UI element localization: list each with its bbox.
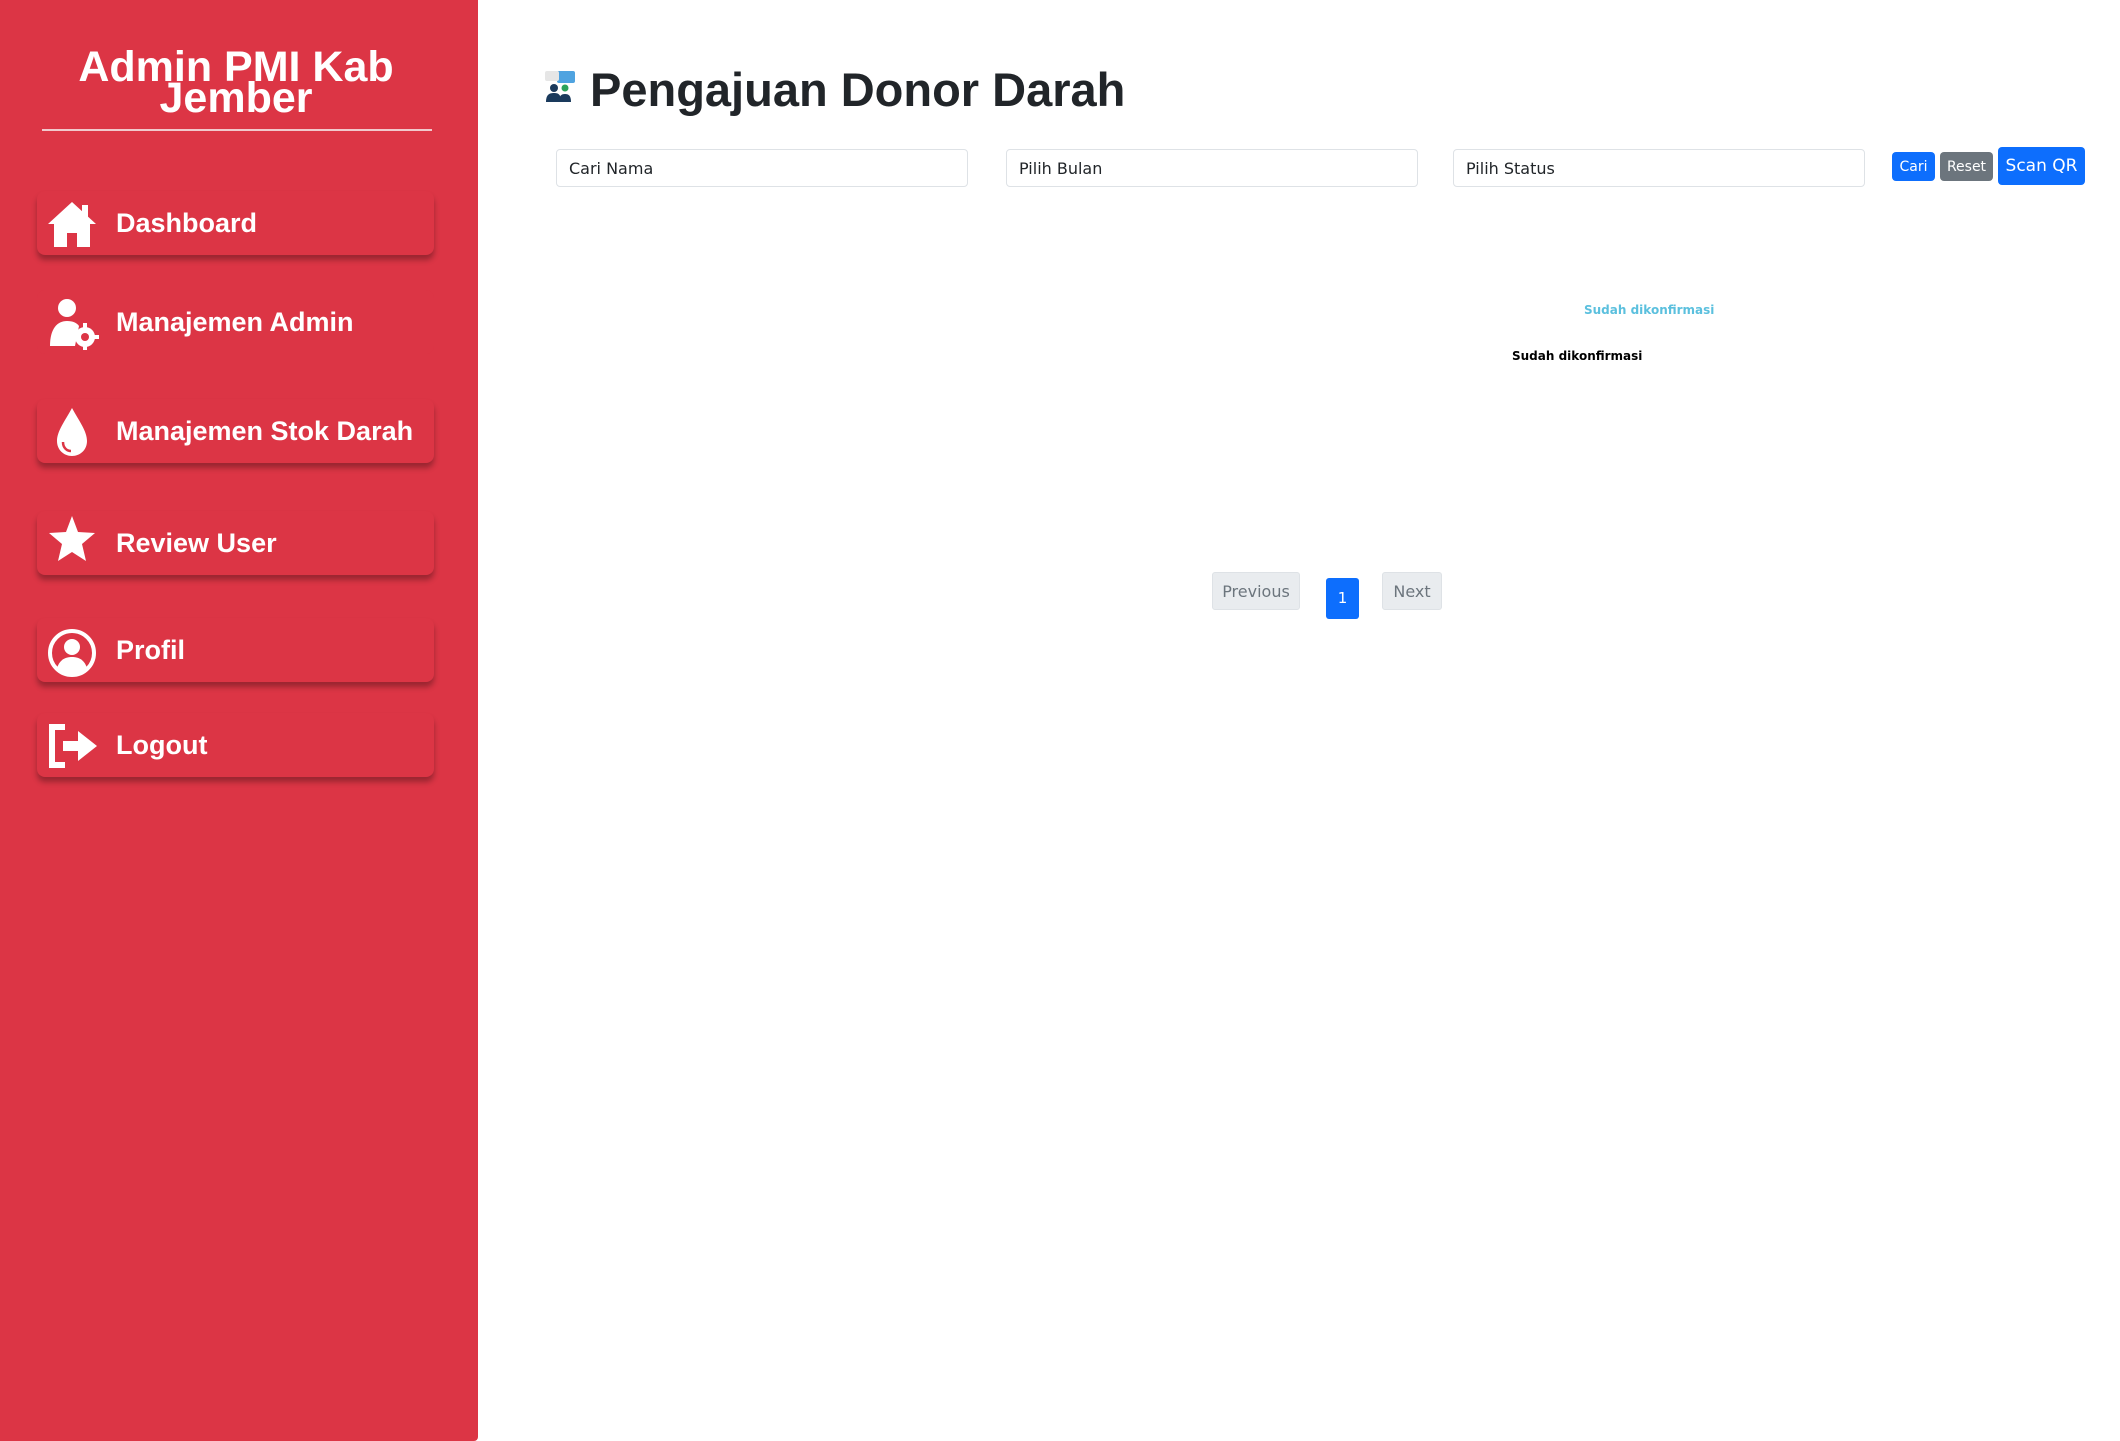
sidebar-item-review-user[interactable]: Review User <box>37 511 434 575</box>
page-title: Pengajuan Donor Darah <box>590 63 1126 116</box>
brand-title: Admin PMI Kab Jember <box>78 43 394 122</box>
status-select[interactable] <box>1453 149 1865 187</box>
blood-donor-icon <box>543 70 577 104</box>
logout-icon <box>45 719 99 773</box>
pagination-page-1[interactable]: 1 <box>1326 578 1359 619</box>
sidebar-item-label: Profil <box>116 635 186 665</box>
sidebar: Admin PMI Kab Jember Dashboard Manajemen… <box>0 0 478 1441</box>
sidebar-item-profil[interactable]: Profil <box>37 618 434 682</box>
user-circle-icon <box>45 626 99 680</box>
star-icon <box>45 513 99 567</box>
search-button[interactable]: Cari <box>1892 152 1935 181</box>
month-select[interactable] <box>1006 149 1418 187</box>
sidebar-item-dashboard[interactable]: Dashboard <box>37 191 434 255</box>
sidebar-item-manajemen-stok-darah[interactable]: Manajemen Stok Darah <box>37 399 434 463</box>
user-gear-icon <box>45 296 99 350</box>
brand-divider <box>42 129 432 131</box>
reset-button[interactable]: Reset <box>1940 152 1993 181</box>
sidebar-item-logout[interactable]: Logout <box>37 713 434 777</box>
status-badge: Sudah dikonfirmasi <box>1512 349 1643 363</box>
blood-drop-icon <box>45 405 99 459</box>
pagination-next[interactable]: Next <box>1382 572 1442 610</box>
sidebar-item-manajemen-admin[interactable]: Manajemen Admin <box>37 290 434 354</box>
status-badge: Sudah dikonfirmasi <box>1584 303 1715 317</box>
sidebar-item-label: Dashboard <box>116 208 258 238</box>
pagination-previous[interactable]: Previous <box>1212 572 1300 610</box>
sidebar-item-label: Manajemen Stok Darah <box>116 416 414 446</box>
sidebar-item-label: Manajemen Admin <box>116 307 354 337</box>
sidebar-item-label: Logout <box>116 730 208 760</box>
search-name-input[interactable] <box>556 149 968 187</box>
home-icon <box>45 197 99 251</box>
sidebar-item-label: Review User <box>116 528 277 558</box>
scan-qr-button[interactable]: Scan QR <box>1998 147 2085 185</box>
